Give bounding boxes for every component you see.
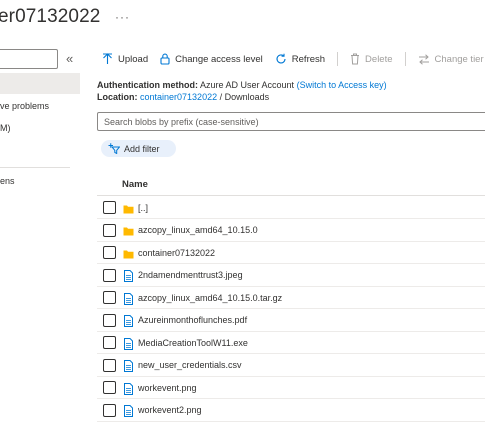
- add-filter-icon: [108, 143, 120, 154]
- refresh-button[interactable]: Refresh: [275, 53, 325, 65]
- auth-method: Authentication method: Azure AD User Acc…: [97, 80, 387, 90]
- nav-search-input[interactable]: [0, 49, 58, 69]
- row-name[interactable]: new_user_credentials.csv: [138, 360, 242, 370]
- more-options-icon[interactable]: ···: [115, 10, 130, 24]
- toolbar-separator: [337, 52, 339, 66]
- row-checkbox[interactable]: [103, 381, 116, 394]
- delete-button[interactable]: Delete: [350, 53, 393, 65]
- search-blobs-input[interactable]: Search blobs by prefix (case-sensitive): [97, 112, 485, 131]
- toolbar-separator: [404, 52, 406, 66]
- nav-item-selected[interactable]: [0, 73, 80, 94]
- location-label: Location:: [97, 92, 138, 102]
- breadcrumb-separator: /: [219, 92, 223, 102]
- upload-label: Upload: [118, 53, 149, 65]
- add-filter-button[interactable]: Add filter: [101, 140, 176, 157]
- change-access-label: Change access level: [175, 53, 263, 65]
- change-access-level-button[interactable]: Change access level: [160, 53, 263, 65]
- row-name[interactable]: container07132022: [138, 248, 215, 258]
- toolbar: Upload Change access level Refresh Delet…: [102, 50, 485, 68]
- auth-method-label: Authentication method:: [97, 80, 198, 90]
- nav-divider: [0, 167, 70, 168]
- upload-icon: [103, 53, 112, 64]
- file-icon: [123, 359, 134, 372]
- row-name[interactable]: 2ndamendmenttrust3.jpeg: [138, 270, 243, 280]
- row-name[interactable]: [..]: [138, 203, 148, 213]
- breadcrumb-container-link[interactable]: container07132022: [140, 92, 217, 102]
- table-row[interactable]: MediaCreationToolW11.exe: [97, 332, 485, 354]
- row-checkbox[interactable]: [103, 336, 116, 349]
- file-icon: [123, 314, 134, 327]
- table-row[interactable]: workevent2.png: [97, 400, 485, 422]
- table-row[interactable]: Azureinmonthoflunches.pdf: [97, 310, 485, 332]
- breadcrumb-current-folder: Downloads: [224, 92, 270, 102]
- header-divider: [97, 195, 485, 196]
- row-checkbox[interactable]: [103, 223, 116, 237]
- table-row[interactable]: azcopy_linux_amd64_10.15.0.tar.gz: [97, 287, 485, 309]
- nav-item-iam[interactable]: M): [0, 123, 11, 133]
- collapse-nav-button[interactable]: «: [66, 51, 73, 66]
- row-checkbox[interactable]: [103, 268, 116, 282]
- delete-label: Delete: [365, 53, 393, 65]
- table-row[interactable]: azcopy_linux_amd64_10.15.0: [97, 220, 485, 242]
- file-icon: [123, 292, 134, 305]
- row-checkbox[interactable]: [103, 246, 116, 259]
- row-checkbox[interactable]: [103, 313, 116, 327]
- page-title: er07132022: [0, 6, 101, 27]
- nav-item-tokens[interactable]: ens: [0, 176, 15, 186]
- location: Location: container07132022 / Downloads: [97, 92, 269, 102]
- table-row[interactable]: [..]: [97, 197, 485, 219]
- table-row[interactable]: 2ndamendmenttrust3.jpeg: [97, 265, 485, 287]
- row-name[interactable]: workevent.png: [138, 383, 197, 393]
- folder-icon: [123, 202, 134, 214]
- file-icon: [123, 382, 134, 395]
- refresh-icon: [276, 53, 286, 64]
- table-row[interactable]: new_user_credentials.csv: [97, 355, 485, 377]
- refresh-label: Refresh: [291, 53, 326, 65]
- upload-button[interactable]: Upload: [102, 53, 148, 65]
- change-tier-button[interactable]: Change tier: [418, 54, 484, 65]
- add-filter-label: Add filter: [124, 143, 160, 154]
- row-name[interactable]: MediaCreationToolW11.exe: [138, 338, 248, 348]
- row-name[interactable]: Azureinmonthoflunches.pdf: [138, 315, 247, 325]
- folder-icon: [123, 247, 134, 259]
- column-header-name[interactable]: Name: [122, 179, 148, 190]
- change-tier-label: Change tier: [434, 53, 484, 65]
- trash-icon: [351, 53, 360, 65]
- swap-icon: [418, 53, 429, 65]
- switch-access-key-link[interactable]: (Switch to Access key): [297, 80, 387, 90]
- file-icon: [123, 269, 134, 282]
- table-row[interactable]: workevent.png: [97, 377, 485, 399]
- nav-item-diagnose[interactable]: ve problems: [0, 101, 49, 111]
- row-checkbox[interactable]: [103, 358, 116, 372]
- row-name[interactable]: azcopy_linux_amd64_10.15.0: [138, 225, 258, 235]
- file-icon: [123, 337, 134, 350]
- row-checkbox[interactable]: [103, 291, 116, 304]
- table-row[interactable]: container07132022: [97, 242, 485, 264]
- file-icon: [123, 404, 134, 417]
- auth-method-value: Azure AD User Account: [200, 80, 295, 90]
- row-name[interactable]: azcopy_linux_amd64_10.15.0.tar.gz: [138, 293, 282, 303]
- row-checkbox[interactable]: [103, 201, 116, 214]
- row-name[interactable]: workevent2.png: [138, 405, 202, 415]
- folder-icon: [123, 224, 134, 236]
- lock-icon: [160, 53, 170, 65]
- row-checkbox[interactable]: [103, 403, 116, 417]
